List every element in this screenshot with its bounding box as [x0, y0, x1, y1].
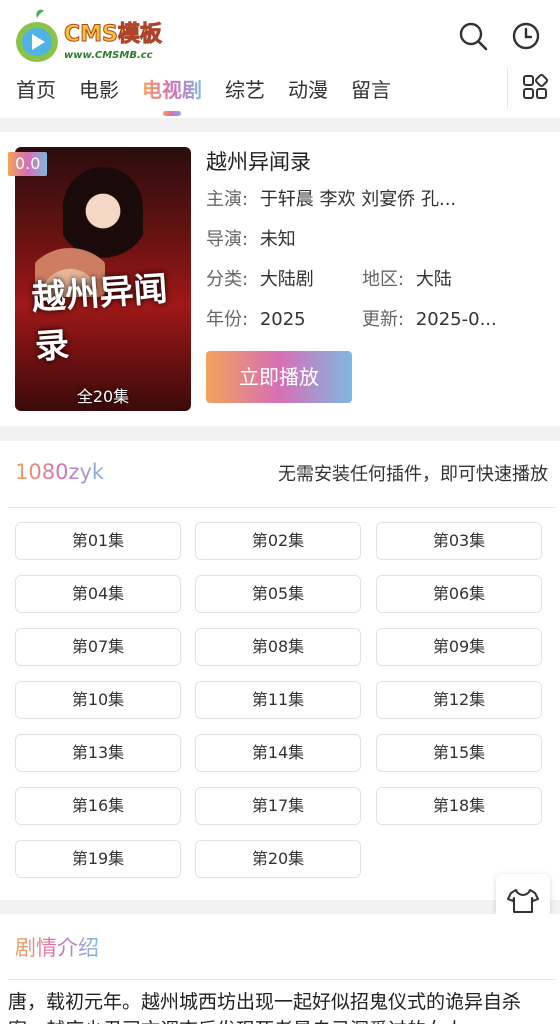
episode-button[interactable]: 第17集	[195, 787, 361, 825]
active-tab-indicator	[163, 111, 181, 116]
episode-button[interactable]: 第09集	[376, 628, 542, 666]
nav-item-home[interactable]: 首页	[16, 74, 56, 103]
region-label: 地区:	[362, 269, 405, 290]
category-label: 分类:	[206, 269, 249, 290]
category-value: 大陆剧	[259, 269, 314, 290]
poster-title-art: 越州异闻录	[30, 269, 169, 368]
synopsis-text: 唐，载初元年。越州城西坊出现一起好似招鬼仪式的诡异自杀案，越府少尹司文调查后发现…	[8, 991, 522, 1024]
episode-button[interactable]: 第13集	[15, 734, 181, 772]
apple-logo-icon	[16, 9, 58, 62]
episode-button[interactable]: 第04集	[15, 575, 181, 613]
updated-row: 更新: 2025-0...	[362, 305, 497, 331]
episode-button[interactable]: 第02集	[195, 522, 361, 560]
episode-button[interactable]: 第19集	[15, 840, 181, 878]
region-row: 地区: 大陆	[362, 265, 452, 291]
synopsis-title: 剧情介绍	[15, 932, 99, 962]
year-row: 年份: 2025	[206, 305, 306, 331]
updated-label: 更新:	[362, 309, 405, 330]
episode-button[interactable]: 第08集	[195, 628, 361, 666]
history-clock-icon[interactable]	[510, 20, 542, 52]
actors-value: 于轩晨 李欢 刘宴侨 孔...	[259, 189, 457, 210]
nav-item-anime[interactable]: 动漫	[288, 74, 328, 103]
search-icon[interactable]	[457, 20, 489, 52]
source-tip: 无需安装任何插件，即可快速播放	[278, 464, 548, 485]
nav-item-guestbook[interactable]: 留言	[351, 74, 391, 103]
logo-url: www.CMSMB.cc	[64, 50, 153, 61]
grid-menu-icon[interactable]	[522, 74, 548, 100]
nav-item-movies[interactable]: 电影	[79, 74, 119, 103]
source-name-tab[interactable]: 1080zyk	[15, 460, 104, 484]
region-value: 大陆	[415, 269, 452, 290]
director-label: 导演:	[206, 229, 249, 250]
episode-button[interactable]: 第10集	[15, 681, 181, 719]
actors-label: 主演:	[206, 189, 249, 210]
episode-button[interactable]: 第16集	[15, 787, 181, 825]
year-value: 2025	[259, 309, 306, 330]
nav-item-variety[interactable]: 综艺	[225, 74, 265, 103]
director-value: 未知	[259, 229, 296, 250]
video-poster[interactable]: 越州异闻录 全20集	[15, 147, 191, 411]
actors-row: 主演: 于轩晨 李欢 刘宴侨 孔...	[206, 185, 456, 211]
director-row: 导演: 未知	[206, 225, 296, 251]
year-label: 年份:	[206, 309, 249, 330]
episode-button[interactable]: 第18集	[376, 787, 542, 825]
episode-button[interactable]: 第11集	[195, 681, 361, 719]
play-now-button[interactable]: 立即播放	[206, 351, 352, 403]
episode-button[interactable]: 第03集	[376, 522, 542, 560]
site-logo[interactable]: CMS模板 www.CMSMB.cc	[12, 6, 162, 68]
episode-button[interactable]: 第05集	[195, 575, 361, 613]
episode-button[interactable]: 第15集	[376, 734, 542, 772]
updated-value: 2025-0...	[415, 309, 497, 330]
episode-button[interactable]: 第12集	[376, 681, 542, 719]
video-title: 越州异闻录	[206, 150, 311, 174]
episode-button[interactable]: 第01集	[15, 522, 181, 560]
episode-button[interactable]: 第06集	[376, 575, 542, 613]
category-nav: 首页 电影 电视剧 综艺 动漫 留言	[0, 70, 500, 110]
episodes-divider	[8, 507, 556, 508]
logo-text: CMS模板	[64, 22, 163, 48]
score-badge: 0.0	[8, 152, 48, 176]
synopsis-divider	[8, 979, 556, 980]
episode-button[interactable]: 第20集	[195, 840, 361, 878]
episode-count-badge: 全20集	[76, 387, 130, 406]
episode-button[interactable]: 第14集	[195, 734, 361, 772]
episodes-card	[0, 441, 560, 900]
nav-divider	[507, 68, 508, 108]
episode-button[interactable]: 第07集	[15, 628, 181, 666]
nav-item-tv-series[interactable]: 电视剧	[142, 74, 202, 103]
category-row: 分类: 大陆剧	[206, 265, 314, 291]
